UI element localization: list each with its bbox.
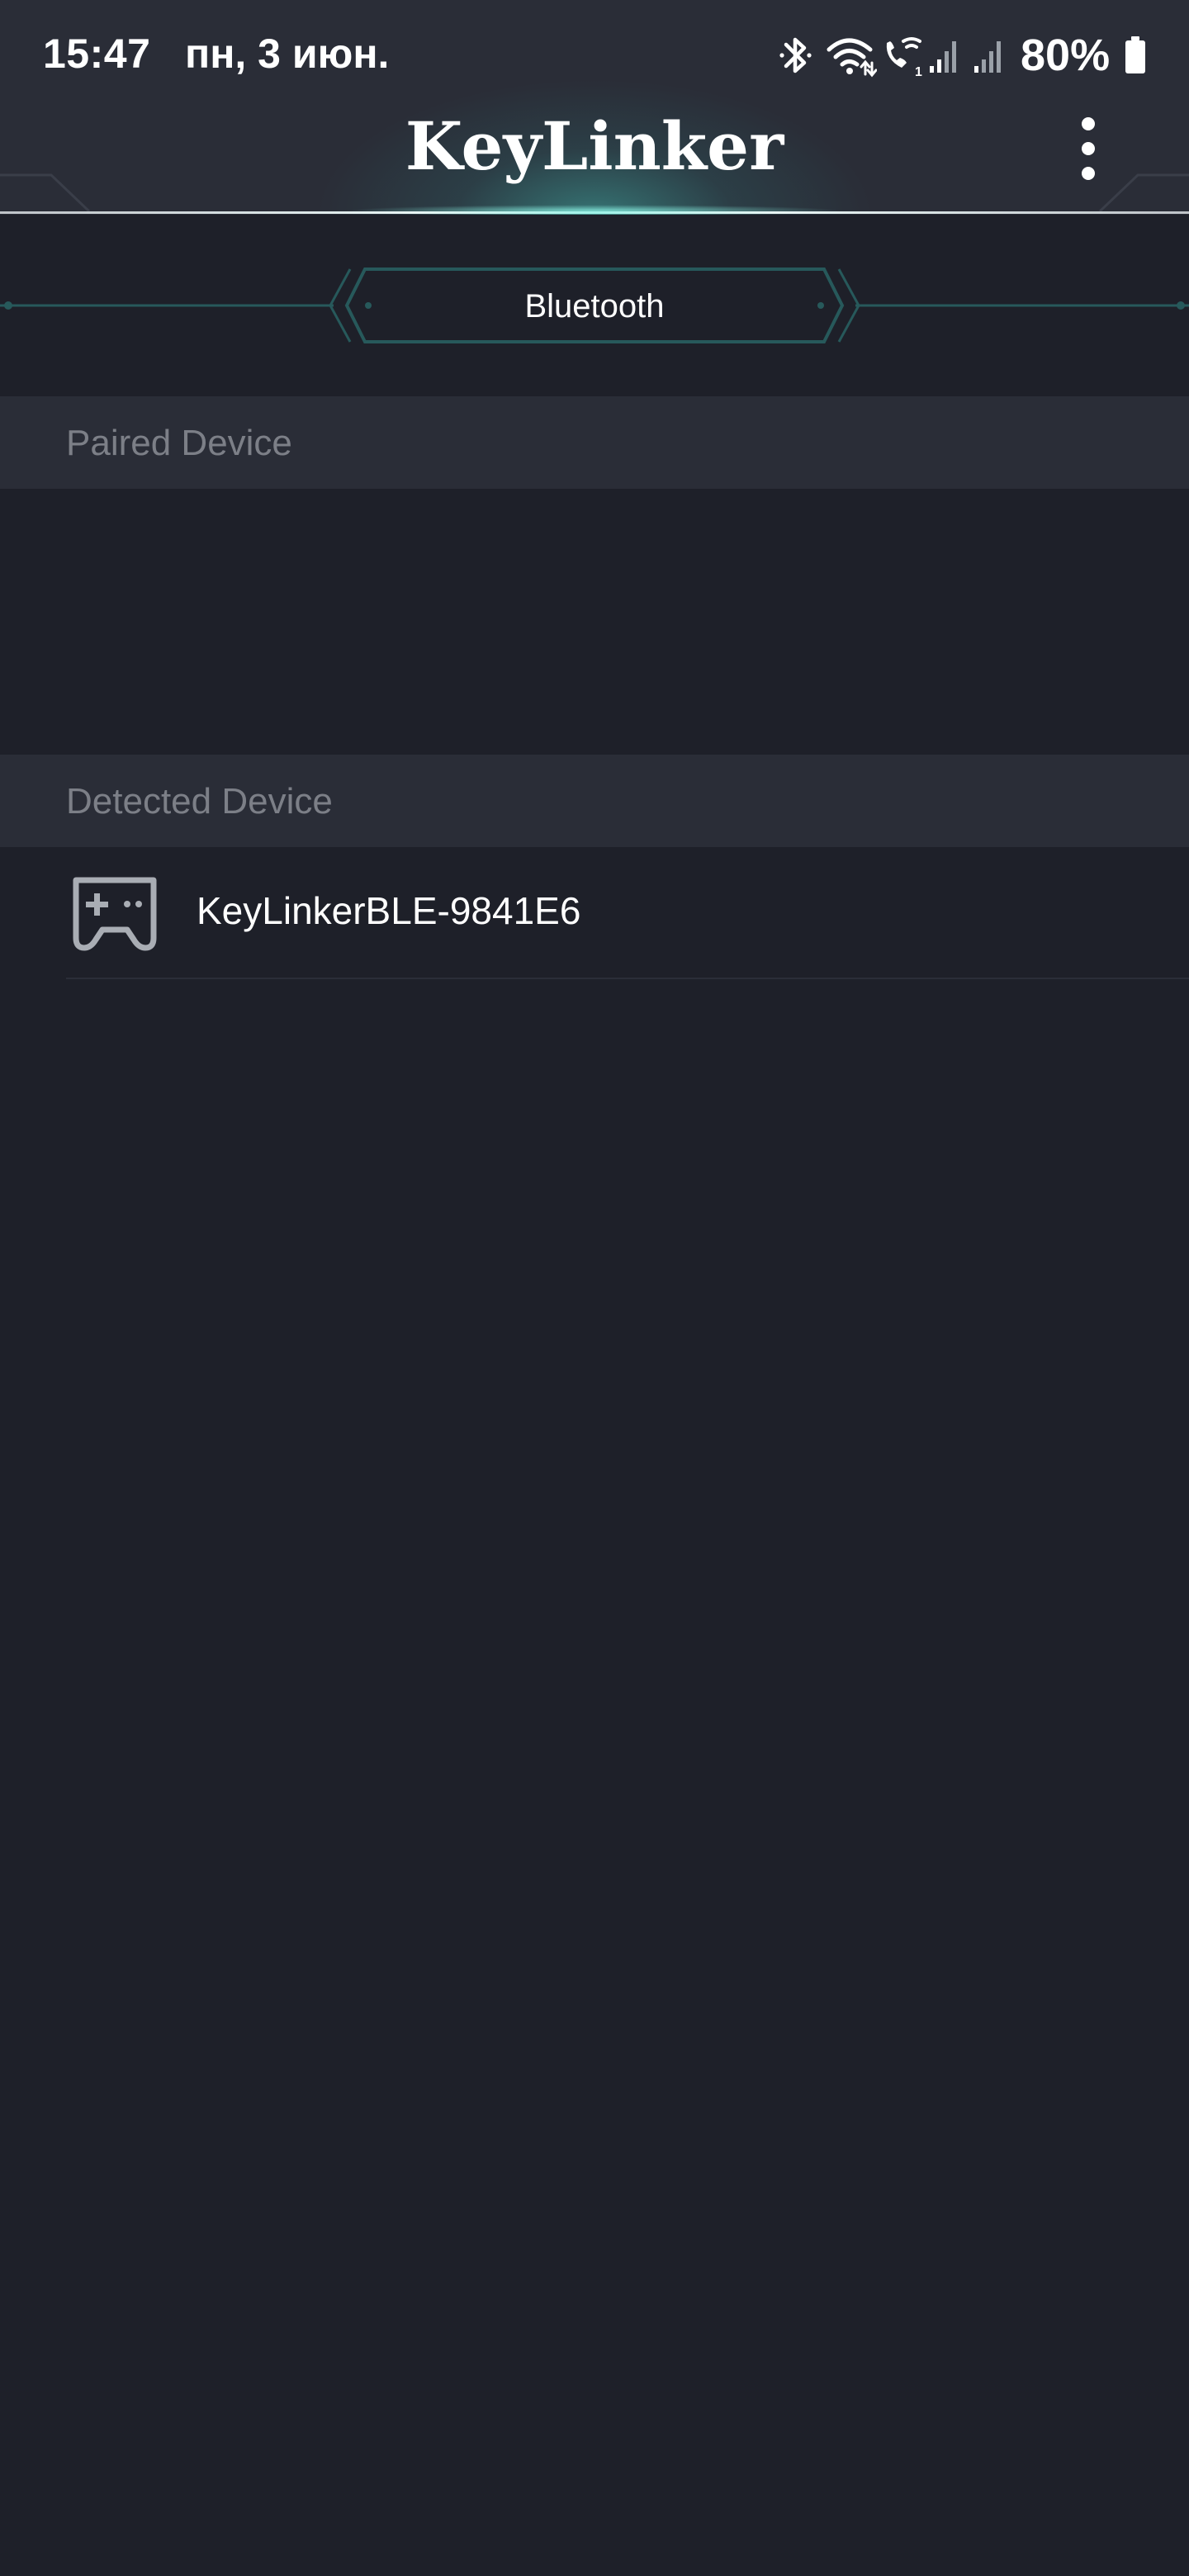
battery-percent: 80% bbox=[1021, 31, 1111, 80]
header: 15:47 пн, 3 июн. 1 80% KeyLinker bbox=[0, 0, 1189, 215]
wifi-calling-icon: 1 bbox=[886, 37, 922, 79]
detected-device-title: Detected Device bbox=[66, 781, 333, 822]
status-date: пн, 3 июн. bbox=[185, 31, 390, 77]
app-screen: 15:47 пн, 3 июн. 1 80% KeyLinker Bluetoo… bbox=[0, 0, 1189, 2576]
row-divider bbox=[66, 978, 1189, 979]
paired-device-title: Paired Device bbox=[66, 423, 292, 463]
more-options-button[interactable] bbox=[1057, 107, 1120, 190]
wifi-icon bbox=[827, 38, 877, 78]
signal-icon bbox=[930, 41, 956, 73]
svg-text:1: 1 bbox=[915, 65, 922, 79]
signal-icon bbox=[974, 41, 1001, 73]
device-list-item[interactable]: KeyLinkerBLE-9841E6 bbox=[0, 849, 1189, 979]
battery-icon bbox=[1125, 36, 1145, 73]
gamepad-icon bbox=[73, 877, 157, 951]
paired-device-header: Paired Device bbox=[0, 396, 1189, 489]
header-divider bbox=[0, 211, 1189, 214]
connection-tab-band: Bluetooth bbox=[0, 248, 1189, 363]
status-bar: 15:47 пн, 3 июн. 1 80% bbox=[0, 0, 1189, 107]
tab-bluetooth[interactable]: Bluetooth bbox=[357, 277, 832, 335]
bluetooth-icon bbox=[779, 37, 812, 73]
menu-dot bbox=[1082, 142, 1095, 155]
status-time: 15:47 bbox=[43, 31, 151, 77]
detected-device-header: Detected Device bbox=[0, 755, 1189, 847]
app-title: KeyLinker bbox=[405, 107, 784, 185]
device-name: KeyLinkerBLE-9841E6 bbox=[197, 889, 581, 932]
menu-dot bbox=[1082, 167, 1095, 180]
menu-dot bbox=[1082, 117, 1095, 130]
